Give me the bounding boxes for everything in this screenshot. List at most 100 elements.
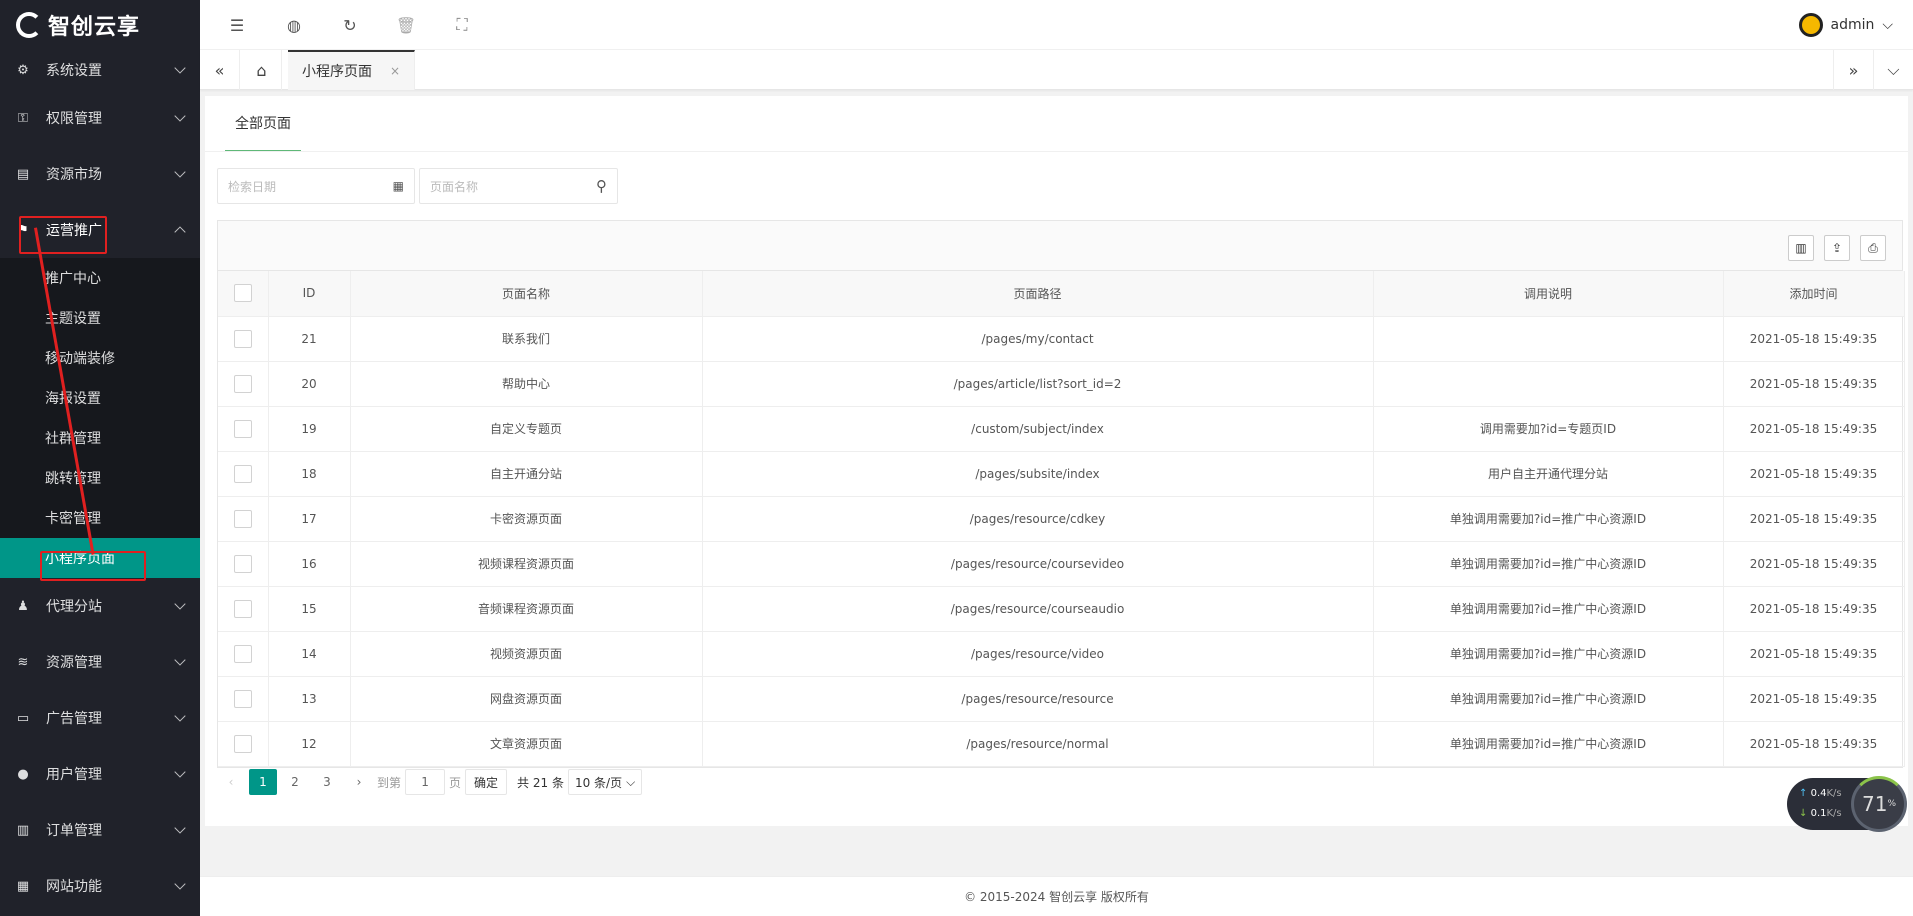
tab-mini-program-pages[interactable]: 小程序页面 × <box>288 50 416 90</box>
cell-time: 2021-05-18 15:49:35 <box>1723 316 1905 362</box>
sidebar-subitem[interactable]: 海报设置 <box>0 378 200 418</box>
arrow-up-icon: ↑ <box>1799 788 1808 799</box>
tabs-scroll-right-icon[interactable]: » <box>1833 50 1873 90</box>
goto-confirm-button[interactable]: 确定 <box>465 769 508 795</box>
cell-time: 2021-05-18 15:49:35 <box>1723 406 1905 452</box>
sidebar-subitem[interactable]: 跳转管理 <box>0 458 200 498</box>
sidebar-item-agents[interactable]: ♟ 代理分站 <box>0 578 200 634</box>
cell-note <box>1373 361 1724 407</box>
usage-percent-unit: % <box>1887 799 1896 809</box>
chevron-down-icon <box>174 598 186 610</box>
copyright: © 2015-2024 智创云享 版权所有 <box>964 890 1149 904</box>
globe-icon[interactable]: ◍ <box>284 15 304 35</box>
close-icon[interactable]: × <box>390 64 400 78</box>
table-row[interactable]: 17 卡密资源页面/pages/resource/cdkey 单独调用需要加?id=… <box>218 496 1905 542</box>
table-row[interactable]: 19 自定义专题页/custom/subject/index 调用需要加?id=专题… <box>218 406 1905 452</box>
cell-name: 卡密资源页面 <box>350 496 703 542</box>
table-row[interactable]: 14 视频资源页面/pages/resource/video 单独调用需要加?id=… <box>218 631 1905 677</box>
sidebar-subitem[interactable]: 移动端装修 <box>0 338 200 378</box>
chevron-down-icon[interactable]: ⌵ <box>1873 50 1913 90</box>
brand-logo[interactable]: 智创云享 <box>0 0 200 50</box>
sidebar-item-users[interactable]: ● 用户管理 <box>0 746 200 802</box>
cell-path: /pages/article/list?sort_id=2 <box>702 361 1374 407</box>
tab-all-pages[interactable]: 全部页面 <box>225 96 301 152</box>
sidebar-item-label: 权限管理 <box>46 111 102 127</box>
cell-id: 19 <box>268 406 351 452</box>
refresh-icon[interactable]: ↻ <box>340 15 360 35</box>
column-header[interactable]: ID <box>268 271 351 317</box>
page-button-current[interactable]: 1 <box>249 769 277 795</box>
sidebar-item-ads[interactable]: ▭ 广告管理 <box>0 690 200 746</box>
fullscreen-icon[interactable]: ⛶ <box>452 15 472 35</box>
chevron-down-icon <box>174 110 186 122</box>
sidebar-subitem[interactable]: 社群管理 <box>0 418 200 458</box>
column-header[interactable]: 页面路径 <box>702 271 1374 317</box>
cell-id: 12 <box>268 721 351 767</box>
sidebar-item-market[interactable]: ▤ 资源市场 <box>0 146 200 202</box>
cell-time: 2021-05-18 15:49:35 <box>1723 451 1905 497</box>
sidebar: 智创云享 ⚙ 系统设置 ⚿ 权限管理 ▤ 资源市场 ⚑ 运营推广 推广中心 主题… <box>0 0 200 916</box>
sidebar-subitem[interactable]: 卡密管理 <box>0 498 200 538</box>
page-size-value: 10 条/页 <box>574 775 623 790</box>
sidebar-item-label: 网站功能 <box>46 879 102 895</box>
sidebar-item-permissions[interactable]: ⚿ 权限管理 <box>0 90 200 146</box>
sidebar-item-system[interactable]: ⚙ 系统设置 <box>0 50 200 90</box>
sidebar-item-label: 系统设置 <box>46 63 102 79</box>
tab-label: 小程序页面 <box>302 64 372 80</box>
table-row[interactable]: 15 音频课程资源页面/pages/resource/courseaudio 单独调… <box>218 586 1905 632</box>
date-filter-input[interactable]: 检索日期 ▦ <box>217 168 415 204</box>
table-row[interactable]: 18 自主开通分站/pages/subsite/index 用户自主开通代理分站 20… <box>218 451 1905 497</box>
sidebar-subitem[interactable]: 主题设置 <box>0 298 200 338</box>
upload-speed: ↑ 0.4K/s <box>1799 788 1842 799</box>
row-checkbox[interactable] <box>218 316 269 362</box>
print-icon[interactable]: ⎙ <box>1860 235 1886 261</box>
trash-icon[interactable]: 🗑 <box>396 15 416 35</box>
footer: © 2015-2024 智创云享 版权所有 <box>200 876 1913 916</box>
sidebar-subitem[interactable]: 推广中心 <box>0 258 200 298</box>
select-all-checkbox[interactable] <box>218 271 269 317</box>
row-checkbox[interactable] <box>218 406 269 452</box>
row-checkbox[interactable] <box>218 676 269 722</box>
search-icon[interactable]: ⚲ <box>596 177 607 195</box>
goto-page-input[interactable]: 1 <box>405 769 446 795</box>
tabs-scroll-left-icon[interactable]: « <box>200 50 240 90</box>
topbar: ☰ ◍ ↻ 🗑 ⛶ admin ⌵ <box>200 0 1913 50</box>
column-header[interactable]: 添加时间 <box>1723 271 1905 317</box>
cell-id: 15 <box>268 586 351 632</box>
prev-page-icon[interactable]: ‹ <box>217 769 245 795</box>
row-checkbox[interactable] <box>218 496 269 542</box>
columns-icon[interactable]: ▥ <box>1788 235 1814 261</box>
cell-path: /pages/resource/coursevideo <box>702 541 1374 587</box>
sidebar-item-site[interactable]: ▦ 网站功能 <box>0 858 200 914</box>
menu-fold-icon[interactable]: ☰ <box>227 15 247 35</box>
page-button[interactable]: 3 <box>313 769 341 795</box>
row-checkbox[interactable] <box>218 721 269 767</box>
table-row[interactable]: 13 网盘资源页面/pages/resource/resource 单独调用需要加?… <box>218 676 1905 722</box>
table-row[interactable]: 12 文章资源页面/pages/resource/normal 单独调用需要加?id… <box>218 721 1905 767</box>
user-menu[interactable]: admin ⌵ <box>1798 13 1893 37</box>
cell-name: 音频课程资源页面 <box>350 586 703 632</box>
network-speed-widget[interactable]: ↑ 0.4K/s ↓ 0.1K/s 71% <box>1787 776 1907 832</box>
table-row[interactable]: 21 联系我们/pages/my/contact 2021-05-18 15:49:… <box>218 316 1905 362</box>
table-row[interactable]: 16 视频课程资源页面/pages/resource/coursevideo 单独调… <box>218 541 1905 587</box>
column-header[interactable]: 页面名称 <box>350 271 703 317</box>
row-checkbox[interactable] <box>218 541 269 587</box>
row-checkbox[interactable] <box>218 631 269 677</box>
home-icon[interactable]: ⌂ <box>242 50 282 90</box>
sidebar-item-orders[interactable]: ▥ 订单管理 <box>0 802 200 858</box>
name-search-placeholder: 页面名称 <box>430 179 479 194</box>
row-checkbox[interactable] <box>218 586 269 632</box>
export-icon[interactable]: ⇪ <box>1824 235 1850 261</box>
sidebar-item-resources[interactable]: ≋ 资源管理 <box>0 634 200 690</box>
column-header[interactable]: 调用说明 <box>1373 271 1724 317</box>
page-size-select[interactable]: 10 条/页 ⌵ <box>567 769 643 795</box>
row-checkbox[interactable] <box>218 451 269 497</box>
page-button[interactable]: 2 <box>281 769 309 795</box>
table-row[interactable]: 20 帮助中心/pages/article/list?sort_id=2 2021-… <box>218 361 1905 407</box>
next-page-icon[interactable]: › <box>345 769 373 795</box>
sidebar-item-label: 资源管理 <box>46 655 102 671</box>
row-checkbox[interactable] <box>218 361 269 407</box>
table-toolbar: ▥ ⇪ ⎙ <box>218 221 1902 271</box>
cell-name: 联系我们 <box>350 316 703 362</box>
name-search-input[interactable]: 页面名称 ⚲ <box>419 168 618 204</box>
